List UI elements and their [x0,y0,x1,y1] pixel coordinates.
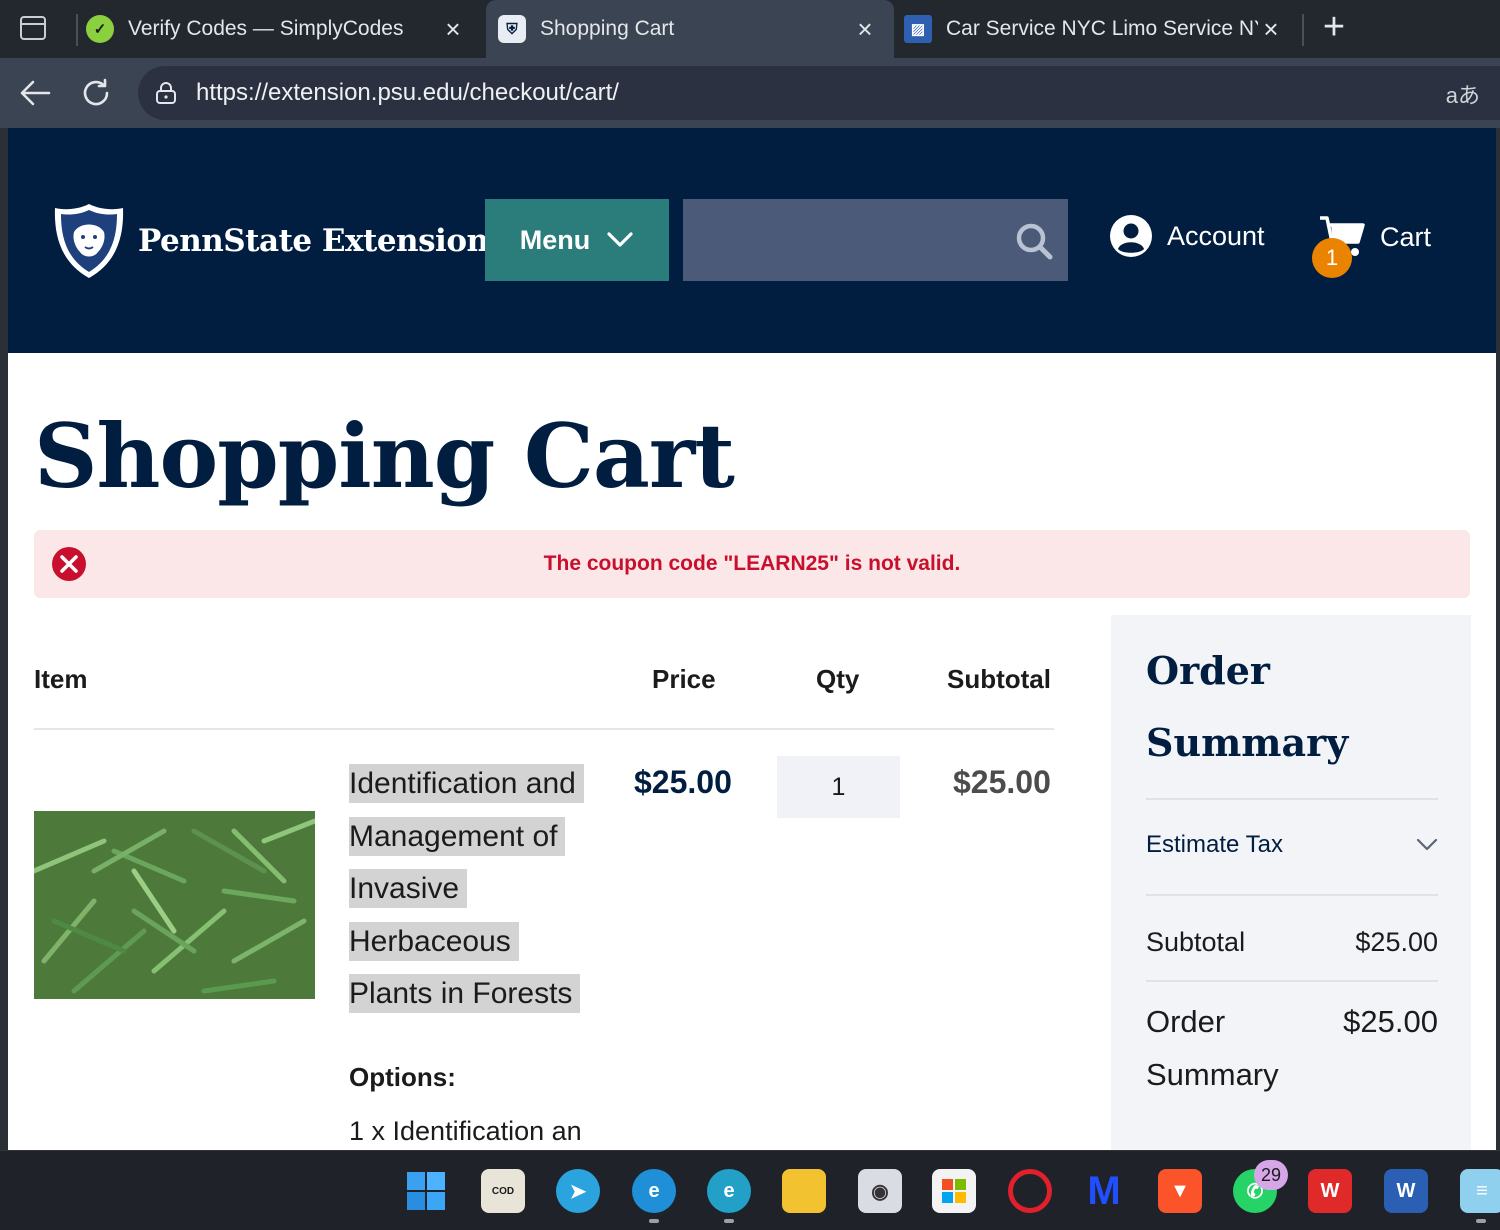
browser-toolbar: https://extension.psu.edu/checkout/cart/… [0,58,1500,128]
site-logo[interactable]: PennState Extension [52,202,489,280]
account-label: Account [1167,220,1265,251]
estimate-tax-label: Estimate Tax [1146,831,1283,858]
file-explorer-icon[interactable] [782,1169,826,1213]
pennstate-favicon: ⛨ [498,15,526,43]
summary-subtotal-row: Subtotal $25.00 [1146,927,1438,958]
game-app-icon[interactable]: COD [481,1169,525,1213]
security-app-icon[interactable]: ◉ [858,1169,902,1213]
running-indicator [649,1219,659,1223]
product-name-link[interactable]: Identification and Management of Invasiv… [349,758,609,1021]
opera-browser-icon[interactable] [1008,1169,1052,1213]
account-avatar-icon [1110,215,1152,257]
simplycodes-favicon: ✓ [86,15,114,43]
notepad-icon[interactable]: ≡ [1460,1169,1500,1213]
running-indicator [1476,1219,1486,1223]
translate-icon[interactable]: aあ [1446,78,1480,110]
tab-strip: ✓ Verify Codes — SimplyCodes × ⛨ Shoppin… [0,0,1500,58]
page-viewport: PennState Extension Menu Account 1 Cart … [8,128,1496,1150]
summary-subtotal-value: $25.00 [1355,927,1438,957]
close-icon[interactable]: × [440,14,466,45]
coupon-error-alert: The coupon code "LEARN25" is not valid. [34,530,1470,598]
quantity-input[interactable] [777,756,900,818]
column-header-subtotal: Subtotal [947,664,1051,694]
whatsapp-notification-badge: 29 [1254,1160,1288,1190]
tab-car-service[interactable]: ▨ Car Service NYC Limo Service NY ( × [904,0,1300,58]
account-link[interactable]: Account [1109,214,1265,258]
summary-total-row: Order Summary $25.00 [1146,995,1438,1101]
menu-button-label: Menu [519,224,591,255]
nittany-lion-shield-icon [54,204,124,278]
brave-browser-icon[interactable]: ▼ [1158,1169,1202,1213]
product-image[interactable] [34,811,315,999]
item-price: $25.00 [634,764,732,800]
edge-browser-icon[interactable]: e [707,1169,751,1213]
new-tab-icon[interactable]: + [1316,6,1352,50]
running-indicator [724,1219,734,1223]
wps-office-icon[interactable]: W [1308,1169,1352,1213]
tab-simplycodes[interactable]: ✓ Verify Codes — SimplyCodes × [86,0,482,58]
site-search [683,199,1068,281]
order-summary-panel: Order Summary Estimate Tax Subtotal $25.… [1111,615,1471,1150]
order-summary-title: Order Summary [1146,648,1349,765]
column-header-item: Item [34,664,88,694]
url-text: https://extension.psu.edu/checkout/cart/ [196,79,619,106]
tab-separator [1302,14,1304,46]
item-subtotal: $25.00 [953,764,1051,800]
close-icon[interactable]: × [852,14,878,45]
windows-start-icon[interactable] [404,1169,448,1213]
word-icon[interactable]: W [1384,1169,1428,1213]
m-app-icon[interactable]: M [1082,1169,1126,1213]
alert-message: The coupon code "LEARN25" is not valid. [543,552,961,575]
chevron-down-icon [1416,838,1438,851]
tab-shopping-cart[interactable]: ⛨ Shopping Cart × [486,0,894,58]
tab-actions-icon[interactable] [18,14,48,42]
cart-label: Cart [1380,221,1432,252]
tab-title: Shopping Cart [540,17,675,40]
table-divider [34,728,1054,730]
product-name-line: Invasive [349,869,468,908]
site-logo-text: PennState Extension [138,223,489,259]
summary-subtotal-label: Subtotal [1146,927,1246,957]
page-title: Shopping Cart [34,404,735,508]
refresh-icon[interactable] [75,72,117,114]
tab-title: Car Service NYC Limo Service NY ( [946,17,1258,40]
column-header-price: Price [652,664,716,694]
search-input[interactable] [683,199,1003,281]
product-name-line: Management of [349,816,566,856]
close-icon[interactable]: × [1258,14,1284,45]
cart-count-badge: 1 [1312,238,1352,278]
search-icon[interactable] [1014,221,1054,261]
tab-separator [76,14,78,46]
product-name-line: Herbaceous [349,921,519,961]
summary-total-value: $25.00 [1343,1004,1438,1039]
lock-icon[interactable] [154,81,178,105]
tab-title: Verify Codes — SimplyCodes [128,17,404,40]
microsoft-store-icon[interactable] [932,1169,976,1213]
address-bar[interactable]: https://extension.psu.edu/checkout/cart/… [138,66,1500,120]
summary-total-label: Order Summary [1146,1004,1279,1092]
product-name-line: Identification and [349,764,584,803]
summary-divider [1146,980,1438,982]
carservice-favicon: ▨ [904,15,932,43]
estimate-tax-toggle[interactable]: Estimate Tax [1146,815,1438,875]
options-label: Options: [349,1062,456,1092]
edge-browser-icon[interactable]: e [632,1169,676,1213]
summary-divider [1146,894,1438,896]
site-header: PennState Extension Menu Account 1 Cart [8,128,1496,353]
product-name-line: Plants in Forests [349,974,581,1013]
summary-divider [1146,798,1438,800]
chevron-down-icon [607,232,633,247]
telegram-icon[interactable]: ➤ [556,1169,600,1213]
options-value: 1 x Identification an [349,1116,582,1146]
cart-link[interactable]: 1 Cart [1312,214,1432,278]
back-icon[interactable] [14,72,56,114]
column-header-qty: Qty [816,664,860,694]
menu-button[interactable]: Menu [485,199,669,281]
